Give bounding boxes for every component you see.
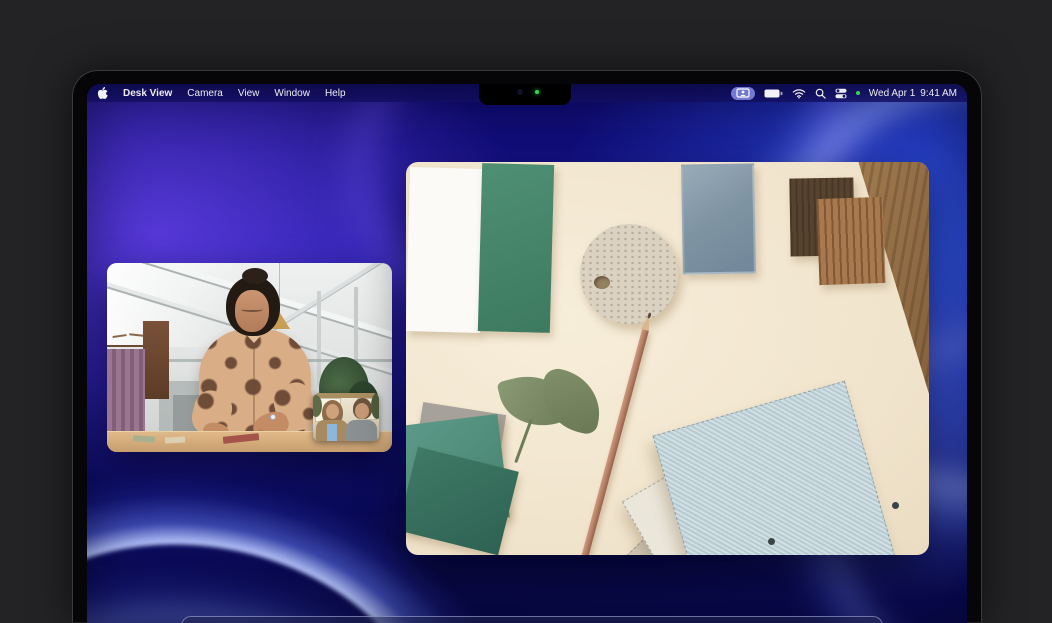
battery-icon[interactable] [764, 89, 783, 98]
menu-item-camera[interactable]: Camera [187, 88, 223, 99]
menu-bar-clock[interactable]: 9:41 AM [920, 88, 957, 99]
wall-column [317, 291, 321, 387]
spotlight-search-icon[interactable] [815, 88, 826, 99]
foliage [371, 393, 379, 419]
green-status-dot [856, 91, 860, 95]
desk-view-window[interactable] [406, 162, 929, 555]
participant-man-body [346, 420, 377, 441]
fabric-swatch-blue [653, 381, 906, 555]
eucalyptus-leaf [535, 366, 608, 436]
participant-man-face [355, 403, 369, 419]
menu-item-window[interactable]: Window [274, 88, 310, 99]
menu-item-app[interactable]: Desk View [123, 88, 172, 99]
screen: Desk View Camera View Window Help [87, 84, 967, 623]
green-tile-sample [478, 163, 554, 333]
control-center-icon[interactable] [835, 88, 847, 99]
clothing-rack-rod [107, 345, 159, 347]
desk-swatch [165, 436, 185, 443]
swatch-grommet [892, 502, 899, 509]
window-beam [313, 393, 379, 398]
menu-item-help[interactable]: Help [325, 88, 346, 99]
participant-woman-top [327, 424, 337, 441]
presenter-eyes [241, 307, 263, 312]
menu-bar-date[interactable]: Wed Apr 1 [869, 88, 916, 99]
felt-disc-sample [580, 224, 678, 324]
camera-lens [517, 89, 523, 95]
wood-cabinet [143, 321, 169, 399]
wifi-icon[interactable] [792, 88, 806, 99]
facetime-video-window[interactable] [107, 263, 392, 452]
clothes-hanger [129, 333, 144, 342]
camera-indicator-led [535, 90, 539, 94]
macbook-frame: Desk View Camera View Window Help [72, 70, 982, 622]
screen-sharing-active-icon[interactable] [731, 87, 755, 100]
apple-logo-icon[interactable] [97, 87, 108, 100]
presenter-hair-bun [242, 268, 268, 284]
display-notch [479, 84, 571, 105]
menu-item-view[interactable]: View [238, 88, 260, 99]
white-tile-sample [406, 167, 484, 333]
call-participants-pip[interactable] [313, 393, 379, 441]
blue-gray-tile-sample [681, 163, 756, 274]
eucalyptus-stem [514, 419, 533, 463]
brown-wood-sample [817, 197, 886, 285]
felt-disc-hole [594, 276, 610, 289]
swatch-grommet [768, 538, 775, 545]
participant-woman-face [326, 404, 339, 419]
ring [270, 414, 276, 420]
